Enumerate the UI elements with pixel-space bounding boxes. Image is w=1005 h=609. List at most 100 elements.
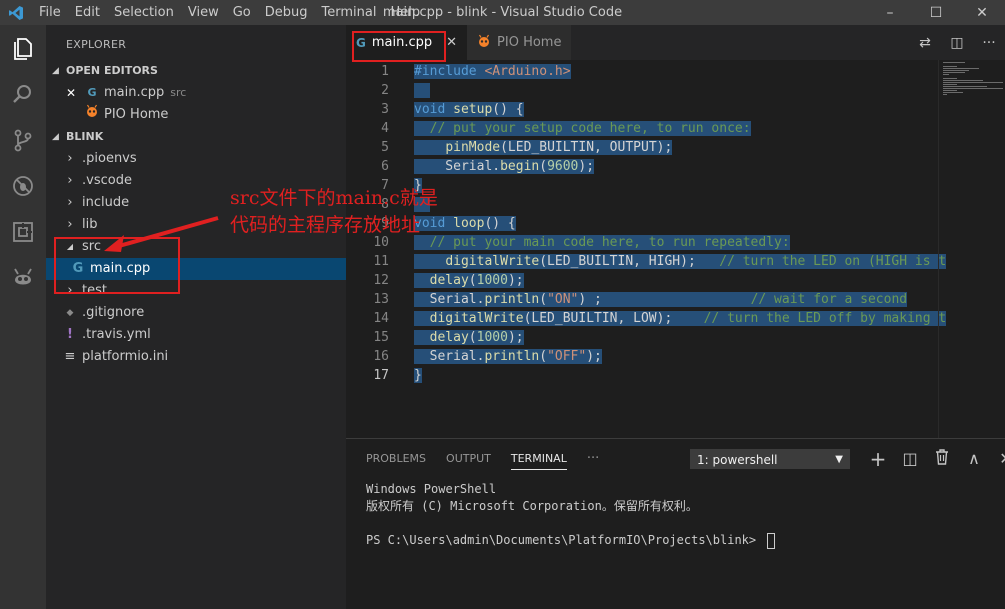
open-editor-label: PIO Home [104, 107, 169, 122]
terminal-cursor [767, 532, 776, 549]
tree-item-pioenvs[interactable]: › .pioenvs [46, 148, 346, 170]
menu-view[interactable]: View [181, 0, 226, 25]
menu-selection[interactable]: Selection [107, 0, 181, 25]
code-line: // put your main code here, to run repea… [414, 235, 790, 250]
pio-home-icon [477, 34, 491, 52]
code-line: } [414, 368, 422, 383]
annotation-text: src文件下的main.c就是 代码的主程序存放地址 [230, 185, 438, 239]
compare-icon[interactable]: ⇄ [909, 35, 941, 51]
new-terminal-icon[interactable]: + [862, 449, 894, 470]
tab-pio-home[interactable]: PIO Home [467, 25, 572, 60]
close-icon[interactable]: ✕ [446, 35, 457, 50]
tree-item-gitignore[interactable]: ◆ .gitignore [46, 302, 346, 324]
activity-bar [0, 25, 46, 609]
line-number: 17 [373, 368, 389, 383]
window-controls: – ☐ ✕ [867, 0, 1005, 25]
project-header[interactable]: ◢ BLINK [46, 126, 346, 148]
minimize-button[interactable]: – [867, 0, 913, 25]
terminal-select[interactable]: 1: powershell ▼ [690, 449, 850, 469]
tab-label: PIO Home [497, 35, 562, 50]
search-icon[interactable] [0, 71, 46, 117]
code-area[interactable]: #include <Arduino.h> void setup() { // p… [414, 62, 947, 385]
chevron-right-icon: › [67, 151, 73, 166]
panel-actions: + ◫ ∧ ✕ [862, 449, 1005, 470]
code-line [414, 195, 938, 214]
pio-home-icon [84, 104, 100, 126]
close-panel-icon[interactable]: ✕ [990, 449, 1005, 470]
open-editor-pio-home[interactable]: PIO Home [46, 104, 346, 126]
code-line [414, 81, 938, 100]
line-number: 12 [373, 273, 389, 288]
platformio-icon[interactable] [0, 255, 46, 301]
tab-output[interactable]: OUTPUT [436, 439, 501, 479]
explorer-icon[interactable] [0, 25, 46, 71]
close-window-button[interactable]: ✕ [959, 0, 1005, 25]
code-line: delay(1000); [414, 271, 938, 290]
chevron-right-icon: › [67, 173, 73, 188]
menu-terminal[interactable]: Terminal [315, 0, 384, 25]
tree-item-label: lib [82, 217, 98, 232]
line-number: 11 [373, 254, 389, 269]
minimap[interactable] [938, 60, 1005, 438]
terminal-output[interactable]: Windows PowerShell 版权所有 (C) Microsoft Co… [346, 479, 1005, 551]
source-control-icon[interactable] [0, 117, 46, 163]
menu-go[interactable]: Go [226, 0, 258, 25]
terminal-line: Windows PowerShell [366, 482, 497, 496]
code-line: #include <Arduino.h> [414, 64, 571, 79]
trash-icon[interactable] [926, 449, 958, 470]
code-line: digitalWrite(LED_BUILTIN, HIGH); // turn… [414, 252, 947, 271]
title-bar: File Edit Selection View Go Debug Termin… [0, 0, 1005, 25]
code-line: Serial.println("ON") ; // wait for a sec… [414, 292, 908, 307]
file-type-icon: ! [67, 327, 73, 342]
chevron-down-icon: ▼ [835, 454, 843, 465]
open-editors-header[interactable]: ◢ OPEN EDITORS [46, 60, 346, 82]
tree-item-label: .gitignore [82, 305, 145, 320]
menu-edit[interactable]: Edit [68, 0, 107, 25]
line-number: 1 [381, 64, 389, 79]
code-line: delay(1000); [414, 328, 938, 347]
maximize-panel-icon[interactable]: ∧ [958, 449, 990, 470]
open-editor-desc: src [170, 86, 187, 99]
more-actions-icon[interactable]: ··· [973, 35, 1005, 51]
split-terminal-icon[interactable]: ◫ [894, 449, 926, 470]
sidebar-title: EXPLORER [66, 38, 127, 51]
line-number: 3 [381, 102, 389, 117]
tree-item-platformio-ini[interactable]: ≡ platformio.ini [46, 346, 346, 368]
code-line: Serial.println("OFF"); [414, 349, 602, 364]
menu-file[interactable]: File [32, 0, 68, 25]
terminal-select-value: 1: powershell [697, 453, 778, 467]
project-label: BLINK [66, 130, 104, 143]
code-editor[interactable]: 1 2 3 4 5 6 7 8 9 10 11 12 13 14 15 16 17 #include <Ardu… [346, 60, 1005, 438]
open-editor-main-cpp[interactable]: ✕ G main.cpp src [46, 82, 346, 104]
file-type-icon: ◆ [66, 308, 74, 318]
annotation-line: 代码的主程序存放地址 [230, 214, 421, 236]
menu-help[interactable]: Help [383, 0, 427, 25]
cpp-file-icon: G [87, 86, 97, 99]
tab-terminal[interactable]: TERMINAL [501, 439, 577, 479]
extensions-icon[interactable] [0, 209, 46, 255]
close-icon[interactable]: ✕ [66, 82, 80, 104]
annotation-box-tab [352, 31, 446, 62]
tab-problems[interactable]: PROBLEMS [356, 439, 436, 479]
open-editor-label: main.cpp [104, 85, 165, 100]
maximize-button[interactable]: ☐ [913, 0, 959, 25]
tab-terminal-label: TERMINAL [510, 452, 567, 470]
tree-item-label: .pioenvs [82, 151, 137, 166]
tree-item-label: .vscode [82, 173, 132, 188]
bottom-panel: PROBLEMS OUTPUT TERMINAL ··· 1: powershe… [346, 438, 1005, 609]
code-line: // put your setup code here, to run once… [414, 121, 751, 136]
line-number: 14 [373, 311, 389, 326]
tree-item-travis-yml[interactable]: ! .travis.yml [46, 324, 346, 346]
terminal-prompt: PS C:\Users\admin\Documents\PlatformIO\P… [366, 533, 764, 547]
line-number: 6 [381, 159, 389, 174]
split-editor-icon[interactable]: ◫ [941, 35, 973, 51]
debug-icon[interactable] [0, 163, 46, 209]
line-number: 15 [373, 330, 389, 345]
code-line: void setup() { [414, 102, 524, 117]
annotation-line: src文件下的main.c就是 [230, 187, 438, 209]
explorer-sidebar: EXPLORER ◢ OPEN EDITORS ✕ G main.cpp src… [46, 25, 346, 609]
menu-debug[interactable]: Debug [258, 0, 315, 25]
more-panels-icon[interactable]: ··· [577, 439, 609, 479]
terminal-prompt-line: PS C:\Users\admin\Documents\PlatformIO\P… [366, 532, 985, 549]
chevron-down-icon: ◢ [52, 66, 59, 76]
